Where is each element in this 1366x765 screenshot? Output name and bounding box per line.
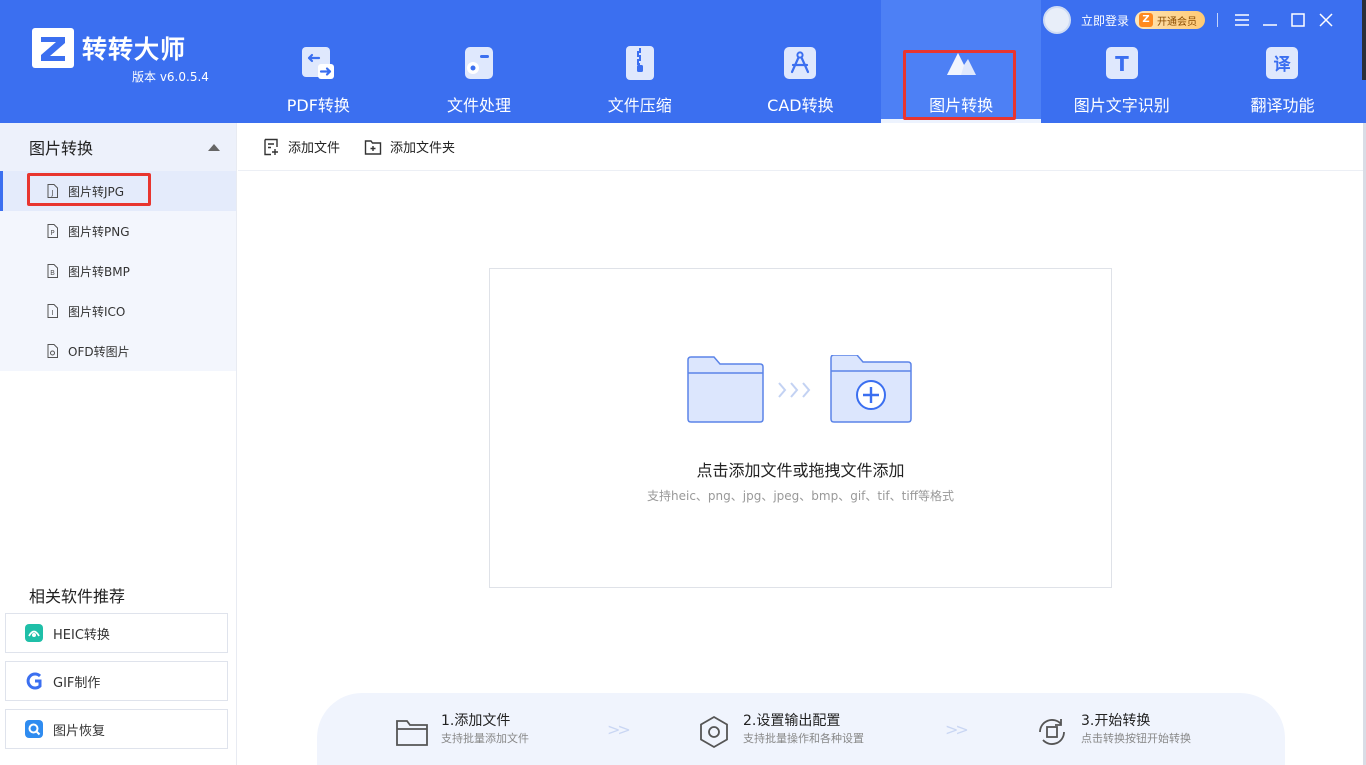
recommend-label: 图片恢复	[53, 723, 106, 739]
recommend-label: GIF制作	[53, 675, 101, 691]
recommend-image-recovery[interactable]: 图片恢复	[5, 709, 228, 749]
sidebar-item-label: OFD转图片	[68, 344, 130, 359]
file-image-icon	[47, 344, 58, 358]
step-arrow-icon: >>	[607, 720, 631, 739]
active-item-highlight-box	[27, 173, 151, 206]
main-toolbar: 添加文件 添加文件夹	[238, 123, 1363, 171]
nav-tab-image-convert[interactable]: 图片转换	[880, 0, 1042, 123]
menu-button[interactable]	[1228, 7, 1256, 33]
image-convert-icon	[947, 53, 977, 75]
topbar-separator	[1217, 13, 1218, 27]
steps-guide: 1.添加文件 支持批量添加文件 >> 2.设置输出配置 支持批量操作和各种设置 …	[317, 693, 1285, 765]
nav-tab-file-process[interactable]: 文件处理	[399, 0, 560, 123]
file-b-icon: B	[47, 264, 58, 278]
folder-add-illustration-icon	[687, 355, 912, 423]
sidebar-item-label: 图片转BMP	[68, 264, 130, 279]
file-p-icon: P	[47, 224, 58, 238]
step-title: 3.开始转换	[1081, 713, 1151, 729]
file-i-icon: I	[47, 304, 58, 318]
file-icon-letter: I	[51, 309, 53, 317]
dropzone-subtitle: 支持heic、png、jpg、jpeg、bmp、gif、tif、tiff等格式	[647, 489, 954, 503]
add-folder-label: 添加文件夹	[390, 141, 456, 156]
add-file-label: 添加文件	[288, 141, 341, 156]
file-icon-letter: P	[50, 229, 54, 237]
sidebar-item-image-to-bmp[interactable]: B 图片转BMP	[0, 251, 236, 291]
step-add-file: 1.添加文件 支持批量添加文件	[395, 711, 529, 749]
translate-icon: 译	[1266, 47, 1299, 79]
heic-app-icon	[25, 624, 43, 642]
nav-tab-cad-convert[interactable]: CAD转换	[720, 0, 881, 123]
step-desc: 点击转换按钮开始转换	[1081, 732, 1191, 745]
vip-badge-icon: Z	[1139, 13, 1153, 27]
nav-tab-label: 图片转换	[929, 96, 994, 115]
recommend-title: 相关软件推荐	[29, 587, 126, 606]
add-folder-icon	[364, 139, 382, 155]
file-dropzone[interactable]: 点击添加文件或拖拽文件添加 支持heic、png、jpg、jpeg、bmp、gi…	[489, 268, 1112, 588]
sidebar-item-label: 图片转ICO	[68, 304, 126, 319]
maximize-button[interactable]	[1284, 7, 1312, 33]
file-compress-icon	[625, 46, 654, 80]
app-logo-icon	[32, 28, 74, 68]
add-folder-button[interactable]: 添加文件夹	[364, 137, 455, 156]
sidebar-item-image-to-png[interactable]: P 图片转PNG	[0, 211, 236, 251]
step-desc: 支持批量添加文件	[441, 732, 529, 745]
pdf-convert-icon	[302, 47, 335, 79]
close-icon	[1319, 13, 1333, 27]
window-topbar: 立即登录 Z 开通会员	[1042, 6, 1340, 34]
recommend-label: HEIC转换	[53, 627, 110, 643]
maximize-icon	[1291, 13, 1305, 27]
translate-icon-glyph: 译	[1274, 55, 1292, 75]
step-start-convert: 3.开始转换 点击转换按钮开始转换	[1035, 711, 1191, 749]
collapse-caret-icon	[208, 144, 220, 151]
ocr-icon-letter: T	[1115, 52, 1129, 76]
gif-app-icon	[26, 672, 42, 690]
step-arrow-icon: >>	[945, 720, 969, 739]
dropzone-title: 点击添加文件或拖拽文件添加	[696, 461, 905, 480]
nav-tab-pdf-convert[interactable]: PDF转换	[238, 0, 399, 123]
convert-cycle-icon	[1039, 719, 1065, 745]
add-file-button[interactable]: 添加文件	[262, 137, 340, 156]
nav-tab-label: 文件处理	[447, 96, 512, 115]
sidebar-section-title: 图片转换	[29, 139, 94, 158]
image-recovery-app-icon	[25, 720, 43, 738]
nav-tab-label: PDF转换	[286, 96, 350, 115]
vip-button[interactable]: Z 开通会员	[1135, 11, 1205, 29]
recommend-gif-maker[interactable]: GIF制作	[5, 661, 228, 701]
folder-icon	[396, 720, 428, 746]
nav-tab-label: 翻译功能	[1250, 96, 1315, 115]
sidebar-item-image-to-ico[interactable]: I 图片转ICO	[0, 291, 236, 331]
vip-label: 开通会员	[1157, 16, 1197, 28]
ocr-text-icon: T	[1105, 47, 1138, 79]
nav-tab-file-compress[interactable]: 文件压缩	[559, 0, 720, 123]
nav-tab-label: CAD转换	[767, 96, 834, 115]
sidebar-item-ofd-to-image[interactable]: OFD转图片	[0, 331, 236, 371]
add-file-icon	[264, 138, 278, 155]
app-name: 转转大师	[82, 35, 187, 64]
login-link[interactable]: 立即登录	[1081, 12, 1129, 29]
close-button[interactable]	[1312, 7, 1340, 33]
cad-convert-icon	[784, 47, 817, 79]
app-header: 转转大师 版本 v6.0.5.4 PDF转换 文件处理 文件压缩 CAD转换 图…	[0, 0, 1366, 123]
step-output-settings: 2.设置输出配置 支持批量操作和各种设置	[697, 711, 864, 749]
settings-hex-icon	[700, 715, 728, 749]
nav-tab-label: 图片文字识别	[1073, 96, 1170, 115]
sidebar-item-label: 图片转PNG	[68, 224, 130, 239]
step-desc: 支持批量操作和各种设置	[743, 732, 864, 745]
file-icon-letter: B	[50, 269, 55, 277]
minimize-button[interactable]	[1256, 7, 1284, 33]
sidebar-section-header[interactable]: 图片转换	[0, 123, 236, 171]
app-version: 版本 v6.0.5.4	[132, 70, 209, 84]
file-process-icon	[465, 47, 494, 79]
user-avatar[interactable]	[1042, 6, 1071, 34]
recommend-heic-convert[interactable]: HEIC转换	[5, 613, 228, 653]
minimize-icon	[1263, 24, 1277, 26]
menu-icon	[1235, 14, 1249, 26]
step-title: 2.设置输出配置	[743, 713, 841, 729]
nav-tab-label: 文件压缩	[607, 96, 672, 115]
step-title: 1.添加文件	[441, 713, 511, 729]
